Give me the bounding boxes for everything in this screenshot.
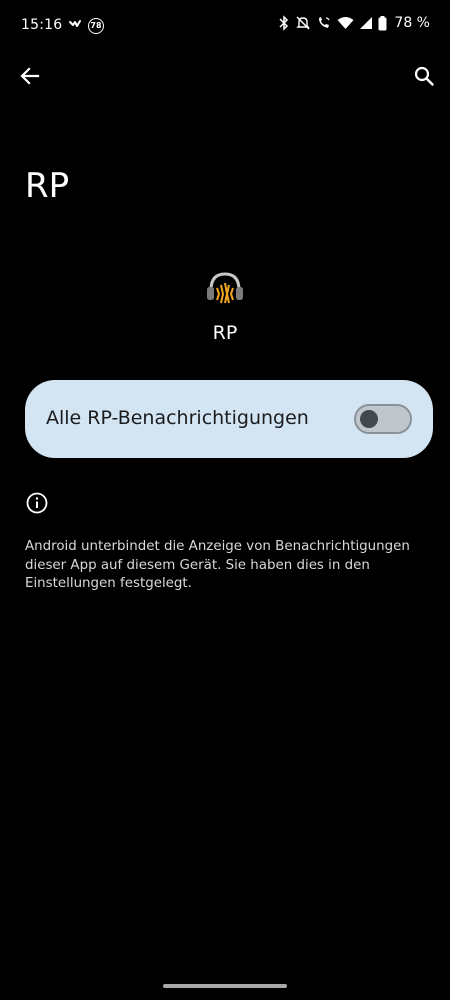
page-title: RP [25,166,70,206]
back-button[interactable] [14,62,46,94]
toggle-label: Alle RP-Benachrichtigungen [46,407,309,429]
arrow-left-icon [20,66,40,90]
search-button[interactable] [408,62,440,94]
all-notifications-toggle-row[interactable]: Alle RP-Benachrichtigungen [25,380,433,458]
status-right-icons: 78 % [278,15,430,31]
status-left-icons: 78 [68,16,104,35]
search-icon [414,66,434,90]
app-name: RP [212,322,238,344]
badge-78-icon: 78 [88,17,104,34]
wifi-calling-icon [316,15,332,31]
info-text: Android unterbindet die Anzeige von Bena… [25,539,410,591]
bluetooth-icon [278,15,290,31]
status-bar: 15:16 78 78 % [0,0,450,52]
info-icon [26,492,48,514]
wifi-icon [337,16,354,30]
top-app-bar [0,56,450,100]
notifications-switch[interactable] [354,404,412,434]
gesture-nav-handle[interactable] [163,984,287,988]
heart-rate-icon [68,16,82,35]
battery-icon [378,15,387,31]
signal-icon [359,16,373,30]
mute-icon [295,15,311,31]
battery-percent: 78 % [394,15,430,31]
headphones-icon [205,270,245,304]
status-time: 15:16 [21,17,63,33]
switch-knob [360,410,378,428]
